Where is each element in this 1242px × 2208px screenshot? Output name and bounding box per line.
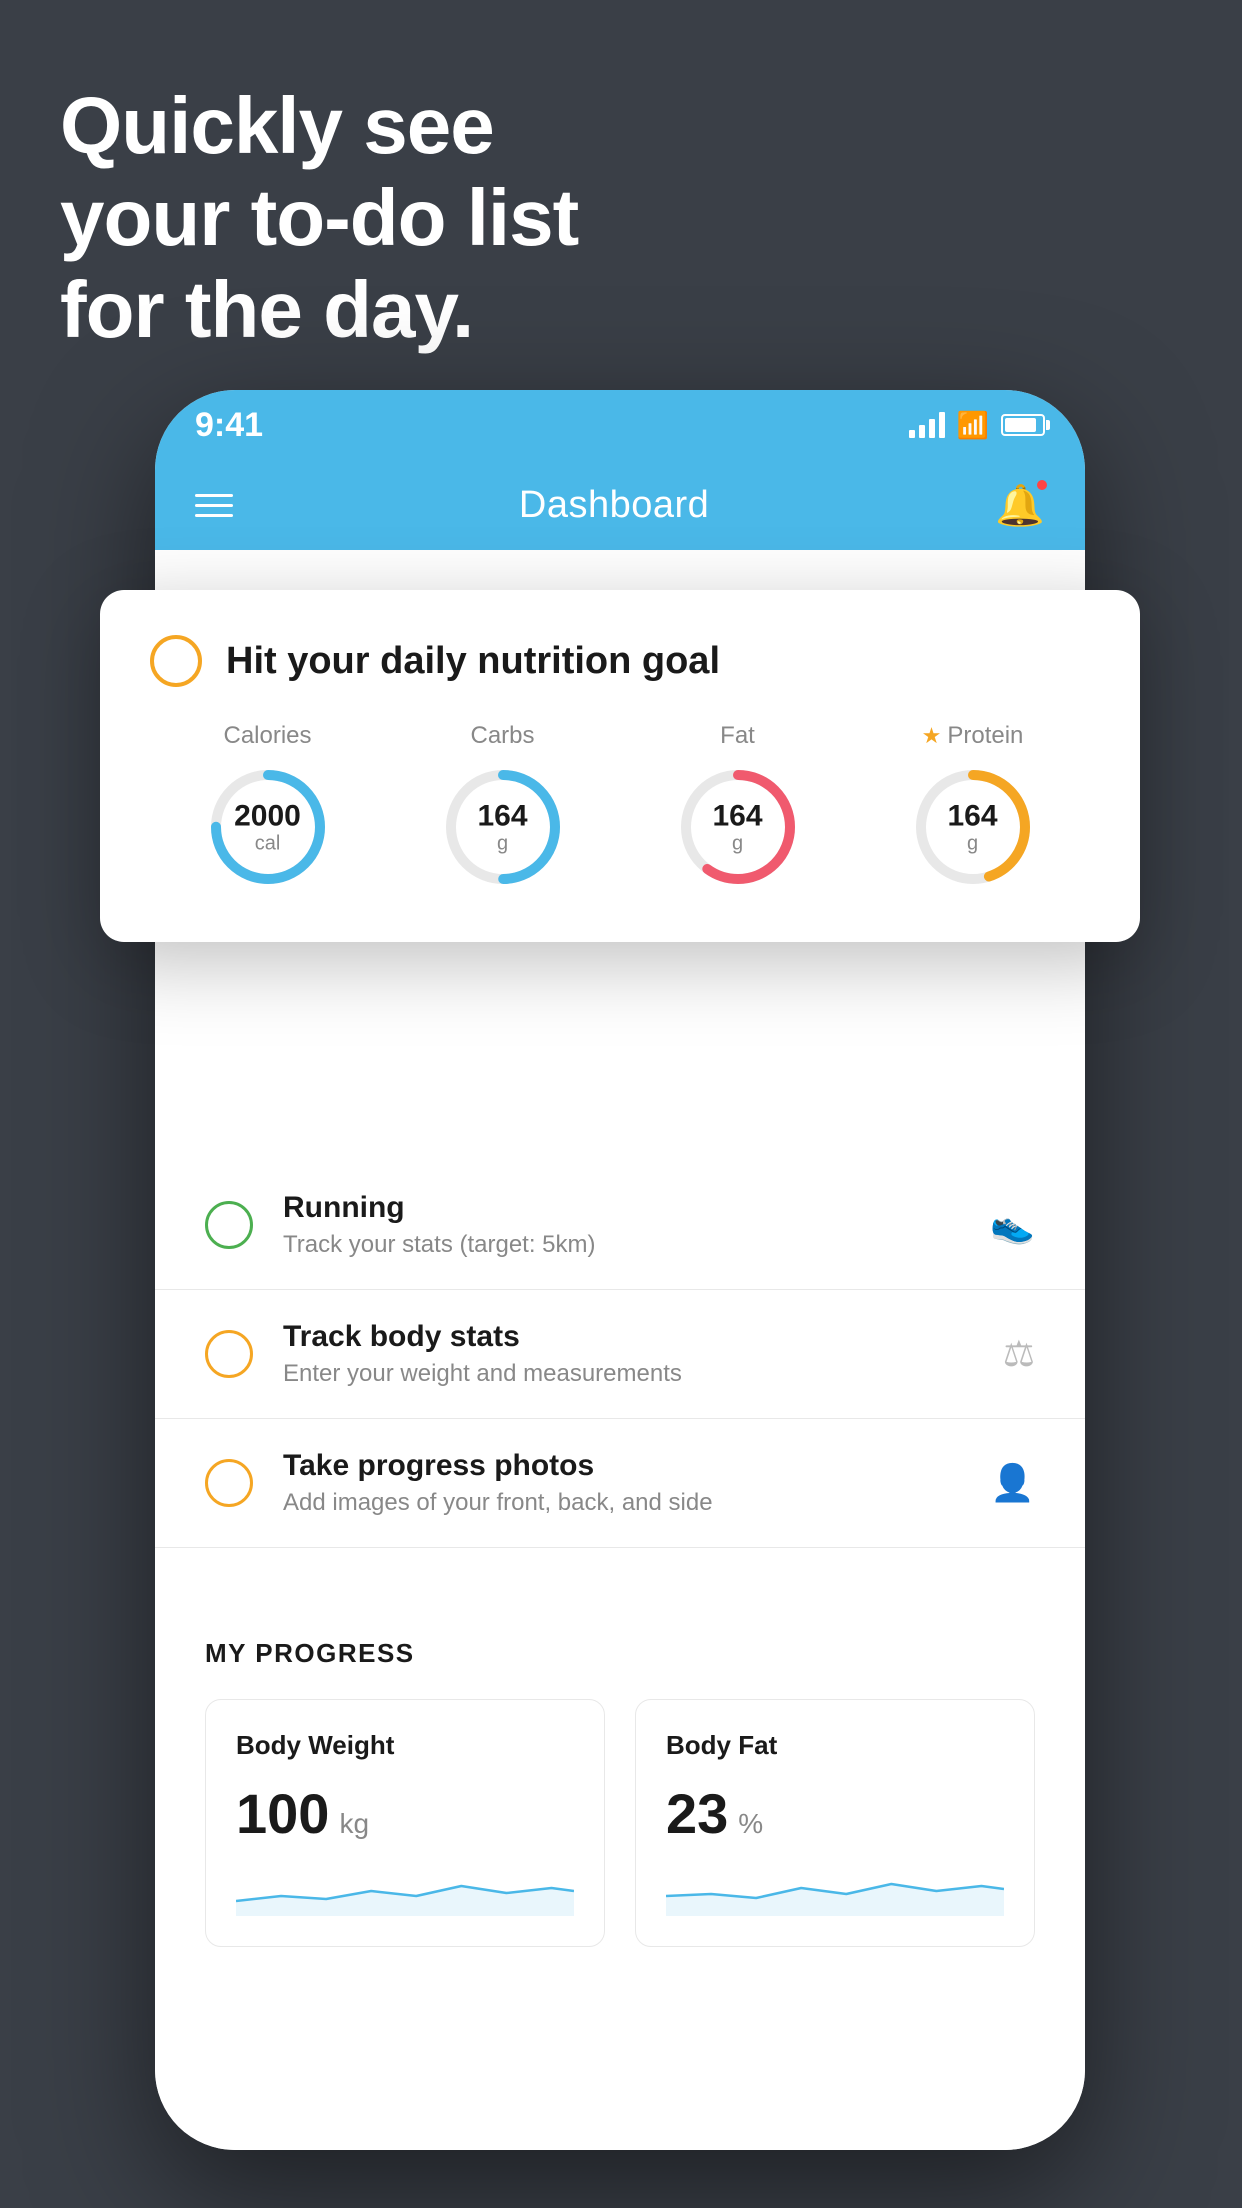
fat-label: Fat xyxy=(720,722,755,750)
todo-list: Running Track your stats (target: 5km) 👟… xyxy=(155,1161,1085,1548)
todo-subtitle-running: Track your stats (target: 5km) xyxy=(283,1231,960,1259)
todo-title-photos: Take progress photos xyxy=(283,1449,960,1483)
nutrition-check[interactable] xyxy=(150,635,202,687)
nutrition-circles: Calories 2000 cal Carbs xyxy=(150,722,1090,892)
todo-check-body-stats[interactable] xyxy=(205,1330,253,1378)
status-icons: 📶 xyxy=(909,410,1045,441)
body-weight-title: Body Weight xyxy=(236,1730,574,1761)
body-weight-chart xyxy=(236,1866,574,1916)
body-weight-unit: kg xyxy=(339,1808,369,1840)
protein-ring: 164 g xyxy=(908,762,1038,892)
body-fat-chart xyxy=(666,1866,1004,1916)
progress-section: MY PROGRESS Body Weight 100 kg xyxy=(155,1588,1085,1947)
hero-text: Quickly see your to-do list for the day. xyxy=(60,80,578,356)
notification-dot xyxy=(1035,478,1049,492)
protein-label: ★ Protein xyxy=(922,722,1024,750)
carbs-item: Carbs 164 g xyxy=(438,722,568,892)
todo-title-running: Running xyxy=(283,1191,960,1225)
body-weight-card[interactable]: Body Weight 100 kg xyxy=(205,1699,605,1947)
calories-ring: 2000 cal xyxy=(203,762,333,892)
calories-label: Calories xyxy=(223,722,311,750)
nutrition-card-header: Hit your daily nutrition goal xyxy=(150,635,1090,687)
app-header: Dashboard 🔔 xyxy=(155,460,1085,550)
body-weight-value-row: 100 kg xyxy=(236,1781,574,1846)
status-time: 9:41 xyxy=(195,406,263,445)
fat-item: Fat 164 g xyxy=(673,722,803,892)
carbs-center: 164 g xyxy=(477,800,527,855)
todo-check-running[interactable] xyxy=(205,1201,253,1249)
todo-subtitle-photos: Add images of your front, back, and side xyxy=(283,1489,960,1517)
body-fat-title: Body Fat xyxy=(666,1730,1004,1761)
protein-center: 164 g xyxy=(947,800,997,855)
status-bar: 9:41 📶 xyxy=(155,390,1085,460)
progress-heading: MY PROGRESS xyxy=(205,1638,1035,1669)
photo-icon: 👤 xyxy=(990,1462,1035,1504)
todo-item-running[interactable]: Running Track your stats (target: 5km) 👟 xyxy=(155,1161,1085,1290)
star-icon: ★ xyxy=(922,723,942,749)
body-weight-value: 100 xyxy=(236,1781,329,1846)
running-icon: 👟 xyxy=(990,1204,1035,1246)
todo-item-photos[interactable]: Take progress photos Add images of your … xyxy=(155,1419,1085,1548)
protein-item: ★ Protein 164 g xyxy=(908,722,1038,892)
body-fat-card[interactable]: Body Fat 23 % xyxy=(635,1699,1035,1947)
todo-text-running: Running Track your stats (target: 5km) xyxy=(283,1191,960,1259)
todo-title-body-stats: Track body stats xyxy=(283,1320,973,1354)
calories-center: 2000 cal xyxy=(234,800,301,855)
menu-button[interactable] xyxy=(195,494,233,517)
body-fat-unit: % xyxy=(738,1808,763,1840)
todo-check-photos[interactable] xyxy=(205,1459,253,1507)
fat-center: 164 g xyxy=(712,800,762,855)
app-title: Dashboard xyxy=(519,484,709,527)
nutrition-card-title: Hit your daily nutrition goal xyxy=(226,640,720,683)
todo-text-photos: Take progress photos Add images of your … xyxy=(283,1449,960,1517)
todo-subtitle-body-stats: Enter your weight and measurements xyxy=(283,1360,973,1388)
todo-text-body-stats: Track body stats Enter your weight and m… xyxy=(283,1320,973,1388)
fat-ring: 164 g xyxy=(673,762,803,892)
progress-cards: Body Weight 100 kg Body Fat xyxy=(205,1699,1035,1947)
battery-icon xyxy=(1001,414,1045,436)
carbs-label: Carbs xyxy=(470,722,534,750)
scale-icon: ⚖ xyxy=(1003,1333,1035,1375)
calories-item: Calories 2000 cal xyxy=(203,722,333,892)
nutrition-card: Hit your daily nutrition goal Calories 2… xyxy=(100,590,1140,942)
wifi-icon: 📶 xyxy=(957,410,989,441)
notifications-button[interactable]: 🔔 xyxy=(995,482,1045,529)
carbs-ring: 164 g xyxy=(438,762,568,892)
body-fat-value-row: 23 % xyxy=(666,1781,1004,1846)
body-fat-value: 23 xyxy=(666,1781,728,1846)
signal-icon xyxy=(909,412,945,438)
todo-item-body-stats[interactable]: Track body stats Enter your weight and m… xyxy=(155,1290,1085,1419)
